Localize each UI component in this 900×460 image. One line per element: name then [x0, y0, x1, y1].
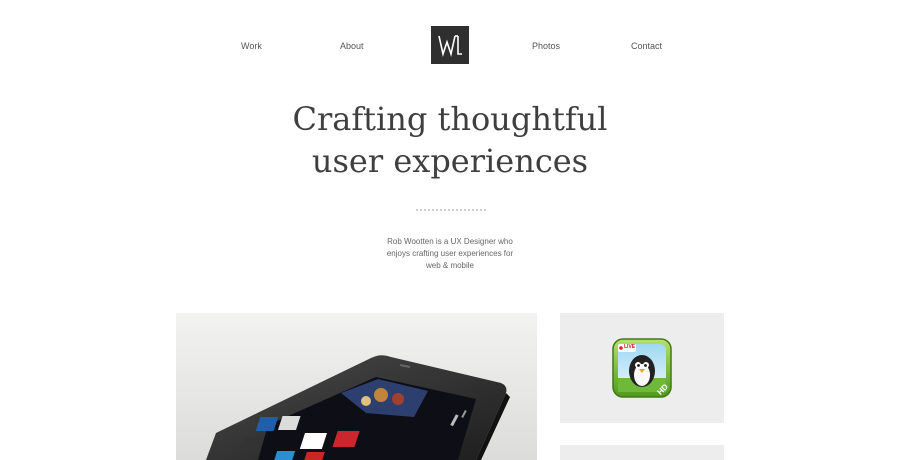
nav-photos[interactable]: Photos — [532, 41, 560, 51]
intro-line-3: web & mobile — [425, 261, 475, 270]
headline-line-1: Crafting thoughtful — [292, 100, 608, 138]
portfolio-tile-app[interactable]: LIVE HD — [560, 313, 724, 423]
phone-mockup-image — [176, 313, 537, 460]
logo[interactable] — [431, 26, 469, 64]
portfolio-tile-phone[interactable] — [176, 313, 537, 460]
headline-line-2: user experiences — [311, 142, 589, 180]
nav-about[interactable]: About — [340, 41, 364, 51]
rw-monogram-icon — [438, 35, 462, 57]
page-title: Crafting thoughtful user experiences — [0, 98, 900, 182]
intro-line-2: enjoys crafting user experiences for — [386, 249, 514, 258]
nav-contact[interactable]: Contact — [631, 41, 662, 51]
dotted-divider — [416, 209, 486, 211]
intro-line-1: Rob Wootten is a UX Designer who — [387, 237, 513, 246]
live-badge: LIVE — [624, 344, 636, 350]
portfolio-tile[interactable] — [560, 445, 724, 460]
nav-work[interactable]: Work — [241, 41, 262, 51]
intro-text: Rob Wootten is a UX Designer who enjoys … — [0, 236, 900, 272]
